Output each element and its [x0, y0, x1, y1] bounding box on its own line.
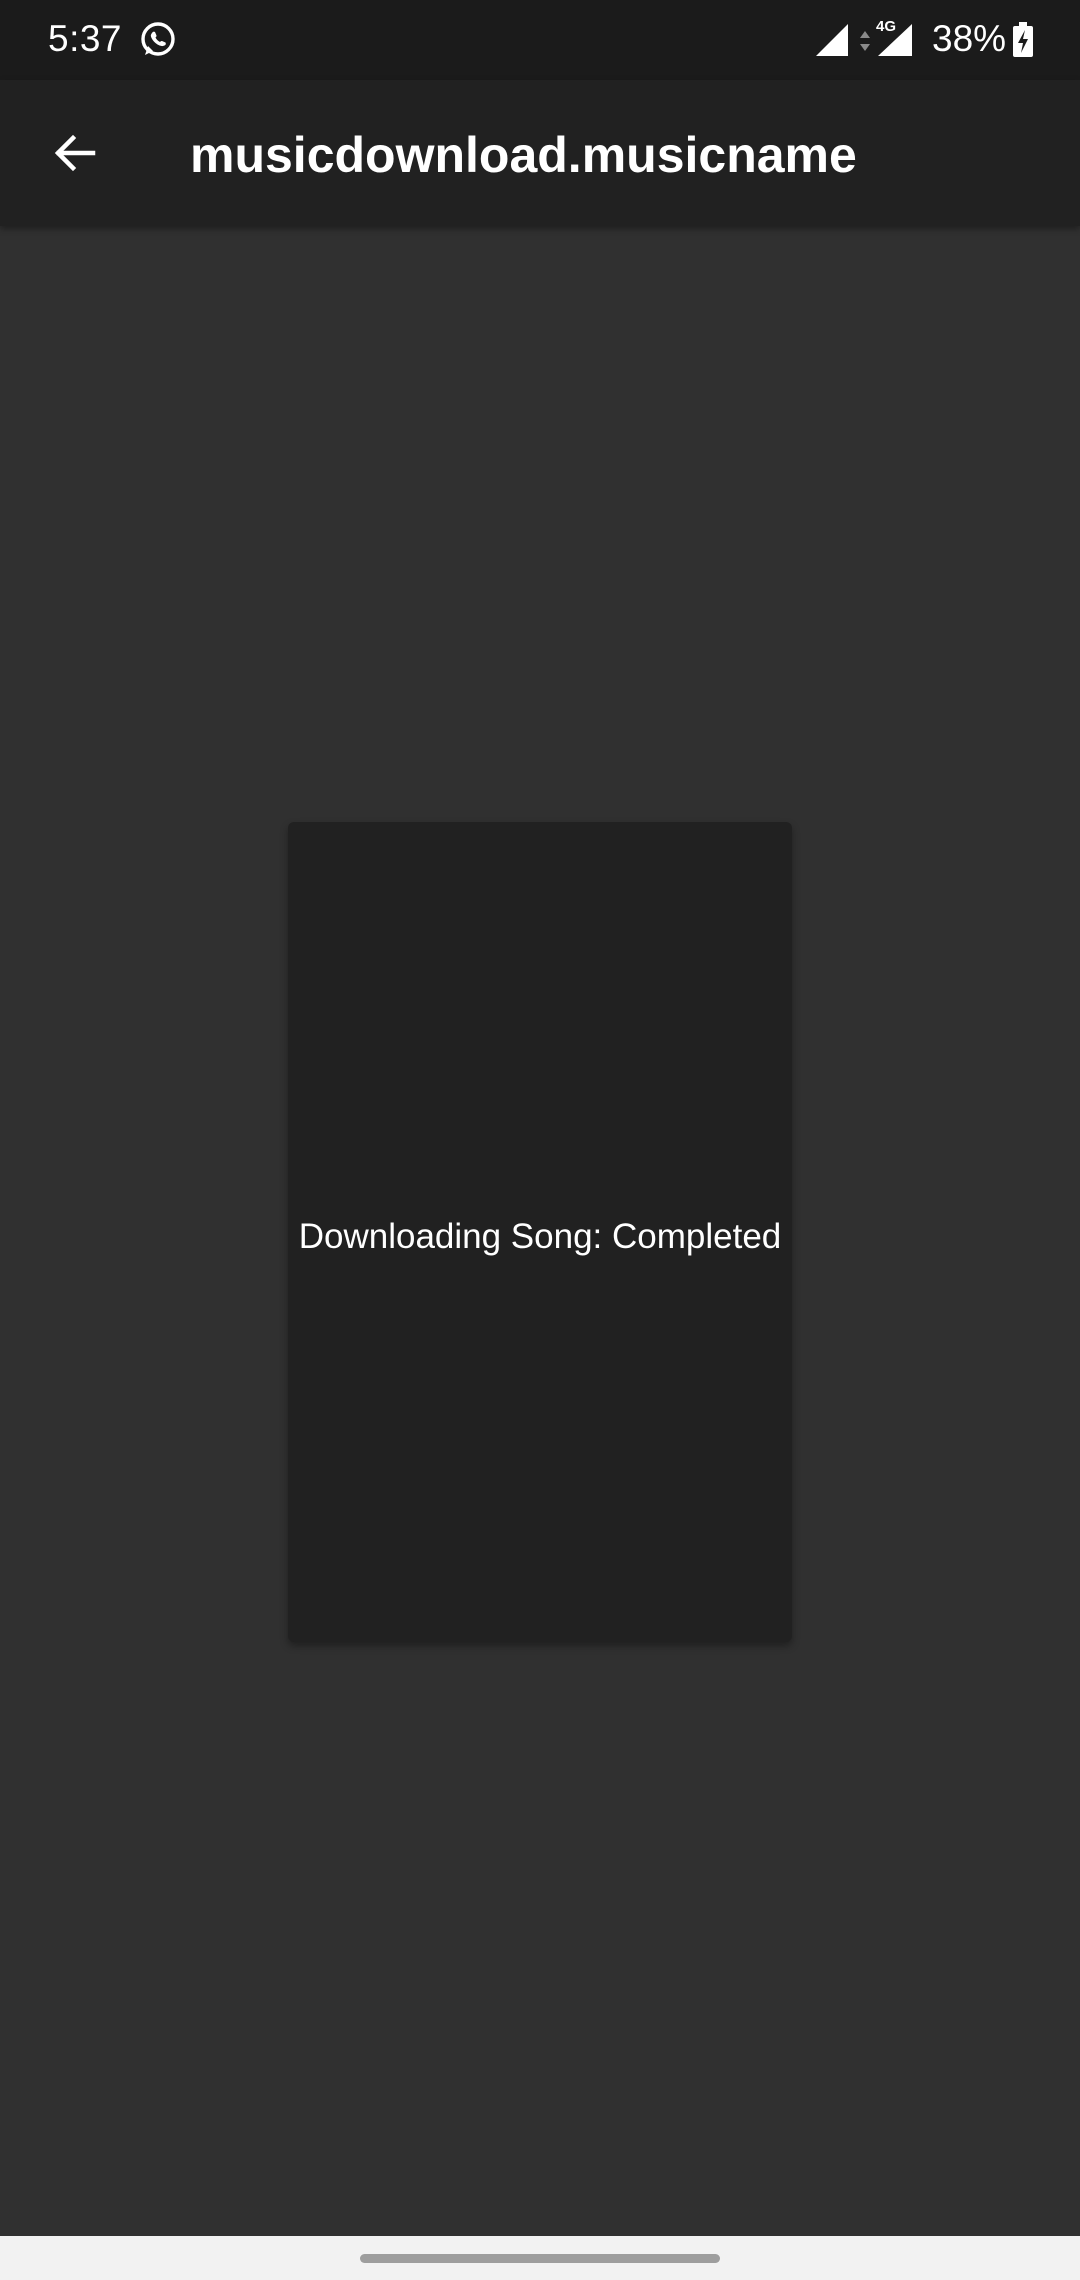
whatsapp-icon — [141, 22, 175, 56]
screen: 5:37 4G 38% musicdownload.musicname Down… — [0, 0, 1080, 2280]
back-button[interactable] — [34, 113, 114, 193]
status-bar: 5:37 4G 38% — [0, 0, 1080, 80]
navigation-bar — [0, 2236, 1080, 2280]
home-indicator[interactable] — [360, 2254, 720, 2263]
data-arrows-icon — [860, 31, 870, 51]
download-status-text: Downloading Song: Completed — [298, 1217, 782, 1256]
battery-charging-icon — [1013, 22, 1033, 57]
download-status-card: Downloading Song: Completed — [288, 822, 792, 1642]
signal-icon — [816, 24, 848, 56]
arrow-back-icon — [54, 134, 96, 172]
battery-percent: 38% — [932, 18, 1007, 59]
app-bar: musicdownload.musicname — [0, 80, 1080, 226]
status-time: 5:37 — [48, 18, 123, 59]
page-title: musicdownload.musicname — [190, 127, 857, 183]
network-type-label: 4G — [876, 18, 897, 35]
